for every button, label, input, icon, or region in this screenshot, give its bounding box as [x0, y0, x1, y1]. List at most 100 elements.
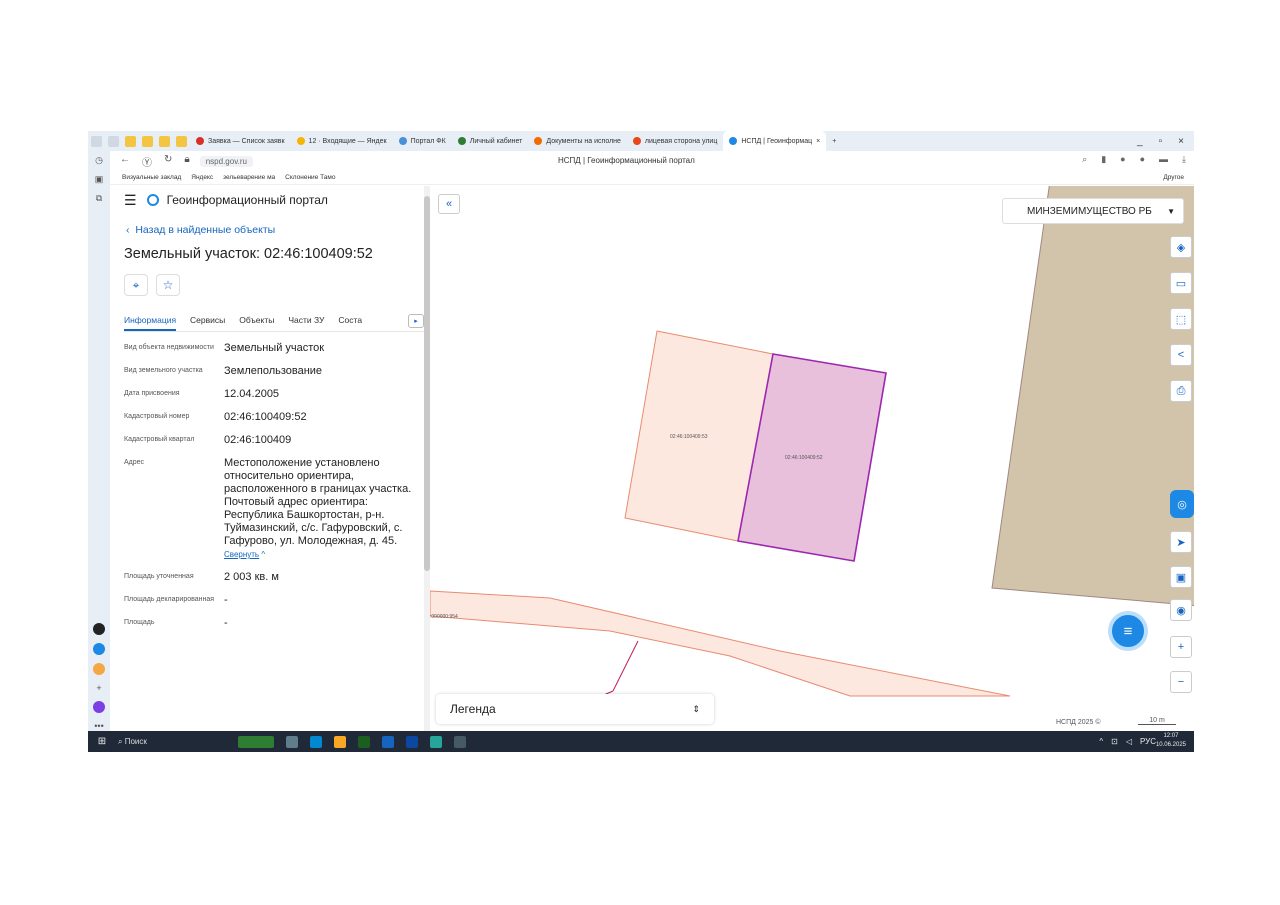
profile-icon[interactable]	[91, 135, 102, 147]
new-tab-button[interactable]: +	[826, 131, 842, 151]
pinned-tab-icon[interactable]	[142, 135, 153, 147]
print-button[interactable]: ⎙	[1170, 380, 1192, 402]
pinned-tab-icon[interactable]	[125, 135, 136, 147]
search-icon[interactable]: ⌕	[1082, 154, 1087, 165]
browser-tab[interactable]: лицевая сторона улиц	[627, 131, 723, 151]
address-bar: ← Ⓨ ↻ 🔒︎ nspd.gov.ru НСПД | Геоинформаци…	[88, 151, 1194, 171]
widget-icon[interactable]	[238, 735, 274, 748]
chat-icon[interactable]: ≡	[1108, 611, 1148, 651]
browser-side-rail: ◷ ▣ ⧉ + •••	[88, 151, 110, 731]
bookmark-item[interactable]: Склонение Тамо	[285, 174, 335, 181]
pinned-tab-icon[interactable]	[159, 135, 170, 147]
browser-tab[interactable]: Личный кабинет	[452, 131, 529, 151]
tabs-scroll-right-button[interactable]: ▸	[408, 314, 424, 328]
road-parcel	[430, 590, 1011, 697]
history-icon[interactable]: ◷	[95, 155, 103, 166]
app-icon[interactable]	[93, 643, 105, 655]
locate-on-map-button[interactable]: ⌖	[124, 274, 148, 296]
close-window-icon[interactable]: ×	[1178, 136, 1184, 147]
volume-icon[interactable]: ◁	[1126, 737, 1132, 746]
zoom-in-button[interactable]: +	[1170, 636, 1192, 658]
menu-icon[interactable]: ☰	[124, 192, 137, 209]
outlook-icon[interactable]	[406, 735, 418, 748]
url-field[interactable]: nspd.gov.ru	[199, 155, 253, 167]
map-view[interactable]: 02:46:100409:53 02:46:100409:52 :000000:…	[430, 186, 1194, 731]
minimap-button[interactable]: ▣	[1170, 566, 1192, 588]
app-icon[interactable]	[93, 663, 105, 675]
bookmark-item[interactable]: Визуальные заклад	[122, 174, 181, 181]
taskbar-search[interactable]: ⌕ Поиск	[118, 737, 228, 747]
more-icon[interactable]: •••	[94, 721, 103, 731]
bookmark-item[interactable]: Яндекс	[191, 174, 213, 181]
clock[interactable]: 12:07 10.06.2025	[1156, 732, 1186, 750]
browser-tab[interactable]: Заявка — Список заявк	[190, 131, 291, 151]
favorite-star-icon[interactable]: ☆	[156, 274, 180, 296]
browser-tab[interactable]: Портал ФК	[393, 131, 452, 151]
minimize-icon[interactable]: _	[1137, 136, 1143, 147]
tab-parts[interactable]: Части ЗУ	[288, 310, 324, 331]
app-icon[interactable]	[93, 623, 105, 635]
taskbar-apps	[238, 735, 466, 748]
collapse-link[interactable]: Свернуть	[224, 550, 259, 559]
extension-icon[interactable]: ●	[1120, 154, 1125, 165]
clock-date: 10.06.2025	[1155, 742, 1186, 748]
field-key: Площадь декларированная	[124, 596, 215, 603]
close-tab-icon[interactable]: ×	[816, 138, 820, 145]
zoom-out-button[interactable]: −	[1170, 671, 1192, 693]
reload-icon[interactable]: ↻	[164, 154, 172, 169]
field-key: Площадь уточненная	[124, 573, 194, 580]
tab-objects[interactable]: Объекты	[239, 310, 274, 331]
tray-chevron-icon[interactable]: ^	[1099, 737, 1103, 746]
windows-start-icon[interactable]: ⊞	[92, 736, 112, 747]
object-actions: ⌖ ☆	[124, 274, 424, 296]
tab-services[interactable]: Сервисы	[190, 310, 225, 331]
extension-icon[interactable]: ●	[1140, 154, 1145, 165]
back-link[interactable]: ‹ Назад в найденные объекты	[126, 224, 424, 236]
map-mode-button[interactable]: ◎	[1170, 490, 1194, 518]
explorer-icon[interactable]	[334, 735, 346, 748]
yandex-icon[interactable]: Ⓨ	[142, 154, 152, 169]
bookmarks-other[interactable]: Другое	[1163, 174, 1184, 181]
legend-select[interactable]: Легенда ⇕	[436, 694, 714, 724]
extension-icon[interactable]: ▬	[1159, 154, 1168, 165]
add-icon[interactable]: +	[96, 683, 101, 693]
browser-tab-active[interactable]: НСПД | Геоинформац ×	[723, 131, 827, 151]
app-icon[interactable]	[430, 735, 442, 748]
bookmark-item[interactable]: зельеварение ма	[223, 174, 275, 181]
field-value-address: Местоположение установлено относительно …	[224, 457, 414, 561]
clock-time: 12:07	[1163, 733, 1179, 739]
alice-icon[interactable]	[93, 701, 105, 713]
task-view-icon[interactable]	[286, 735, 298, 748]
browser-tab[interactable]: Документы на исполне	[528, 131, 627, 151]
edge-icon[interactable]	[310, 735, 322, 748]
yandex-browser-icon[interactable]	[454, 735, 466, 748]
locate-icon[interactable]: ◉	[1170, 599, 1192, 621]
download-icon[interactable]: ⤓	[1182, 154, 1186, 165]
excel-icon[interactable]	[358, 735, 370, 748]
gallery-icon[interactable]: ⧉	[96, 193, 102, 204]
bookmark-icon[interactable]: ▮	[1101, 154, 1106, 165]
word-icon[interactable]	[382, 735, 394, 748]
calendar-icon[interactable]: ▣	[95, 174, 104, 185]
field-value: 12.04.2005	[224, 388, 280, 400]
back-icon[interactable]: ←	[120, 154, 130, 169]
collapse-panel-button[interactable]: «	[438, 194, 460, 214]
tab-count-icon[interactable]	[108, 135, 119, 147]
tab-info[interactable]: Информация	[124, 310, 177, 331]
tab-label: лицевая сторона улиц	[644, 137, 718, 145]
browser-tab[interactable]: 12 · Входящие — Яндек	[291, 131, 393, 151]
network-icon[interactable]: ⊡	[1111, 737, 1118, 746]
page-title: НСПД | Геоинформационный портал	[558, 156, 695, 165]
navigate-icon[interactable]: ➤	[1170, 531, 1192, 553]
tab-composition[interactable]: Соста	[338, 310, 362, 331]
pinned-tab-icon[interactable]	[176, 135, 187, 147]
layers-button[interactable]: ◈	[1170, 236, 1192, 258]
share-button[interactable]: <	[1170, 344, 1192, 366]
nav-buttons: ← Ⓨ ↻ 🔒︎	[120, 154, 190, 169]
chevron-up-icon[interactable]: ^	[259, 550, 265, 559]
select-area-button[interactable]: ⬚	[1170, 308, 1192, 330]
maximize-icon[interactable]: ▫	[1159, 136, 1163, 147]
org-select[interactable]: МИНЗЕМИМУЩЕСТВО РБ ▼	[1002, 198, 1184, 224]
ruler-button[interactable]: ▭	[1170, 272, 1192, 294]
language-indicator[interactable]: РУС	[1140, 737, 1156, 746]
